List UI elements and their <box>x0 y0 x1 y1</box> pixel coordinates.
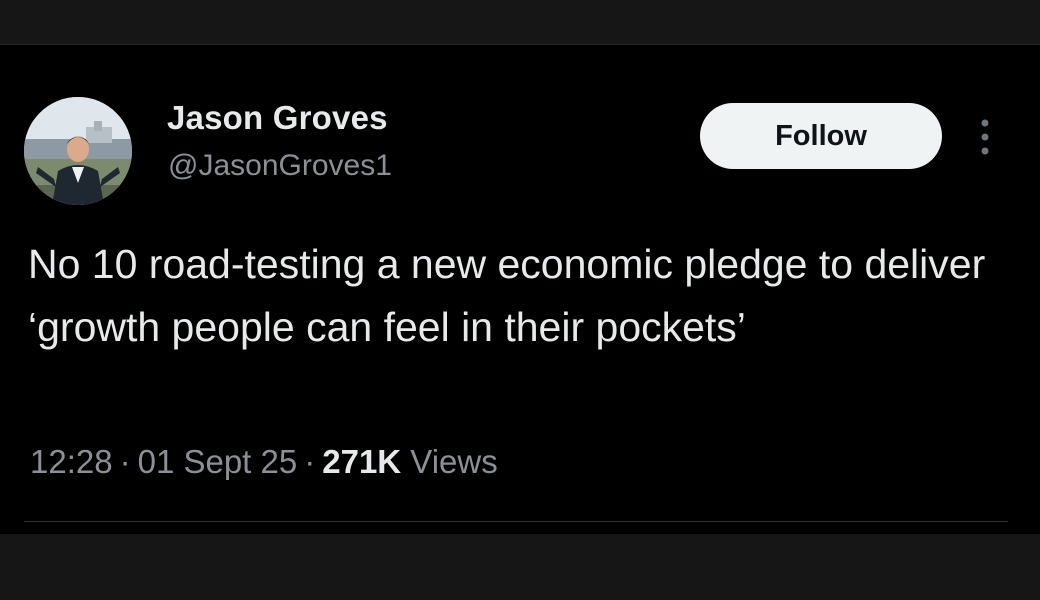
tweet-time[interactable]: 12:28 <box>30 443 113 480</box>
views-count: 271K <box>322 443 402 480</box>
follow-button[interactable]: Follow <box>700 103 942 169</box>
author-handle[interactable]: @JasonGroves1 <box>168 149 392 183</box>
meta-separator: · <box>304 443 316 480</box>
meta-separator: · <box>119 443 131 480</box>
bottom-frame <box>0 534 1040 600</box>
author-display-name[interactable]: Jason Groves <box>167 99 388 137</box>
tweet-meta: 12:28 · 01 Sept 25 · 271K Views <box>30 443 498 481</box>
tweet-text: No 10 road-testing a new economic pledge… <box>28 241 986 350</box>
avatar-photo-icon <box>24 97 132 205</box>
more-options-button[interactable] <box>968 117 1002 157</box>
tweet-card: Jason Groves @JasonGroves1 Follow No 10 … <box>0 44 1040 535</box>
views-label: Views <box>410 443 498 480</box>
divider <box>24 521 1008 522</box>
more-vertical-icon <box>981 119 989 155</box>
author-avatar[interactable] <box>24 97 132 205</box>
tweet-date[interactable]: 01 Sept 25 <box>138 443 298 480</box>
top-frame <box>0 0 1040 44</box>
